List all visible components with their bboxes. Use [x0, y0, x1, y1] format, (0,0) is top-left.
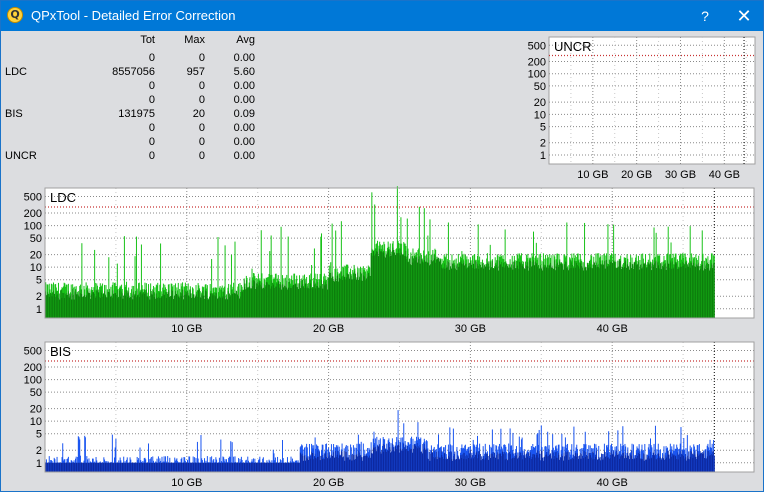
close-button[interactable]: ✕: [731, 4, 757, 28]
row-tot: 0: [148, 136, 155, 148]
ldc-y-tick-label: 1: [36, 304, 42, 316]
row-max: 0: [198, 80, 205, 92]
row-tot: 0: [148, 94, 155, 106]
row-tot: 131975: [118, 108, 155, 120]
row-max: 0: [198, 136, 205, 148]
row-max: 0: [198, 122, 205, 134]
uncr-y-tick-label: 10: [534, 109, 546, 121]
ldc-chart: 12 51020 50100200 500 10 GB 20 GB 30 GB 40 GB LD…: [24, 186, 755, 335]
bis-y-tick-label: 10: [30, 416, 42, 428]
row-tot: 0: [148, 80, 155, 92]
ldc-y-tick-label: 2: [36, 291, 42, 303]
bis-x-tick-label: 20 GB: [313, 477, 344, 489]
uncr-x-tick-label: 40 GB: [709, 169, 740, 181]
ldc-y-tick-label: 5: [36, 275, 42, 287]
ldc-chart-title: LDC: [50, 190, 76, 205]
bis-y-tick-label: 2: [36, 445, 42, 457]
row-avg: 0.00: [233, 136, 255, 148]
row-avg: 0.00: [233, 80, 255, 92]
error-stats-table: Tot Max Avg 0 0 0.00 LDC 8557056 957 5.6…: [1, 32, 271, 167]
uncr-y-tick-label: 200: [528, 56, 546, 68]
uncr-y-tick-label: 1: [540, 150, 546, 162]
row-label: UNCR: [5, 150, 37, 162]
uncr-y-tick-label: 5: [540, 122, 546, 134]
ldc-y-tick-label: 100: [24, 221, 42, 233]
row-avg: 0.00: [233, 122, 255, 134]
window: Q QPxTool - Detailed Error Correction ? …: [0, 0, 764, 492]
bis-y-tick-label: 1: [36, 458, 42, 470]
bis-x-tick-label: 10 GB: [171, 477, 202, 489]
bis-y-tick-label: 20: [30, 404, 42, 416]
uncr-chart-title: UNCR: [554, 39, 592, 54]
column-header-tot: Tot: [140, 34, 155, 46]
row-tot: 0: [148, 122, 155, 134]
column-header-max: Max: [184, 34, 205, 46]
bis-y-tick-label: 5: [36, 429, 42, 441]
uncr-chart: 12 51020 50100200 500 10 GB 20 GB 30 GB 40 GB UN…: [528, 36, 756, 181]
ldc-y-tick-label: 10: [30, 262, 42, 274]
row-max: 0: [198, 94, 205, 106]
uncr-y-tick-label: 50: [534, 81, 546, 93]
uncr-y-tick-label: 20: [534, 97, 546, 109]
uncr-y-tick-label: 500: [528, 40, 546, 52]
bis-x-tick-label: 40 GB: [597, 477, 628, 489]
row-avg: 0.00: [233, 150, 255, 162]
row-tot: 0: [148, 52, 155, 64]
bis-x-tick-label: 30 GB: [455, 477, 486, 489]
window-title: QPxTool - Detailed Error Correction: [31, 8, 236, 23]
uncr-y-tick-label: 2: [540, 138, 546, 150]
ldc-x-tick-label: 20 GB: [313, 323, 344, 335]
ldc-y-tick-label: 20: [30, 250, 42, 262]
title-bar[interactable]: Q QPxTool - Detailed Error Correction ? …: [1, 1, 763, 31]
bis-y-tick-label: 200: [24, 362, 42, 374]
bis-y-tick-label: 50: [30, 387, 42, 399]
bis-y-tick-label: 500: [24, 345, 42, 357]
row-avg: 5.60: [233, 66, 255, 78]
row-tot: 8557056: [112, 66, 155, 78]
bis-chart-title: BIS: [50, 344, 71, 359]
ldc-x-tick-label: 10 GB: [171, 323, 202, 335]
ldc-x-tick-label: 30 GB: [455, 323, 486, 335]
ldc-y-tick-label: 50: [30, 233, 42, 245]
qpxtool-app-icon: Q: [7, 7, 23, 23]
bis-chart: 12 51020 50100200 500 10 GB 20 GB 30 GB 40 GB BI…: [24, 341, 755, 489]
column-header-avg: Avg: [236, 34, 255, 46]
bis-y-tick-label: 100: [24, 375, 42, 387]
row-max: 0: [198, 52, 205, 64]
row-label: BIS: [5, 108, 23, 120]
uncr-x-tick-label: 10 GB: [577, 169, 608, 181]
row-avg: 0.00: [233, 52, 255, 64]
row-avg: 0.00: [233, 94, 255, 106]
uncr-x-tick-label: 20 GB: [621, 169, 652, 181]
row-avg: 0.09: [233, 108, 255, 120]
row-label: LDC: [5, 66, 28, 78]
row-max: 957: [186, 66, 205, 78]
row-max: 20: [192, 108, 205, 120]
row-max: 0: [198, 150, 205, 162]
ldc-y-tick-label: 500: [24, 191, 42, 203]
uncr-x-tick-label: 30 GB: [665, 169, 696, 181]
ldc-x-tick-label: 40 GB: [597, 323, 628, 335]
ldc-y-tick-label: 200: [24, 208, 42, 220]
help-button[interactable]: ?: [693, 4, 717, 28]
uncr-y-tick-label: 100: [528, 69, 546, 81]
row-tot: 0: [148, 150, 155, 162]
